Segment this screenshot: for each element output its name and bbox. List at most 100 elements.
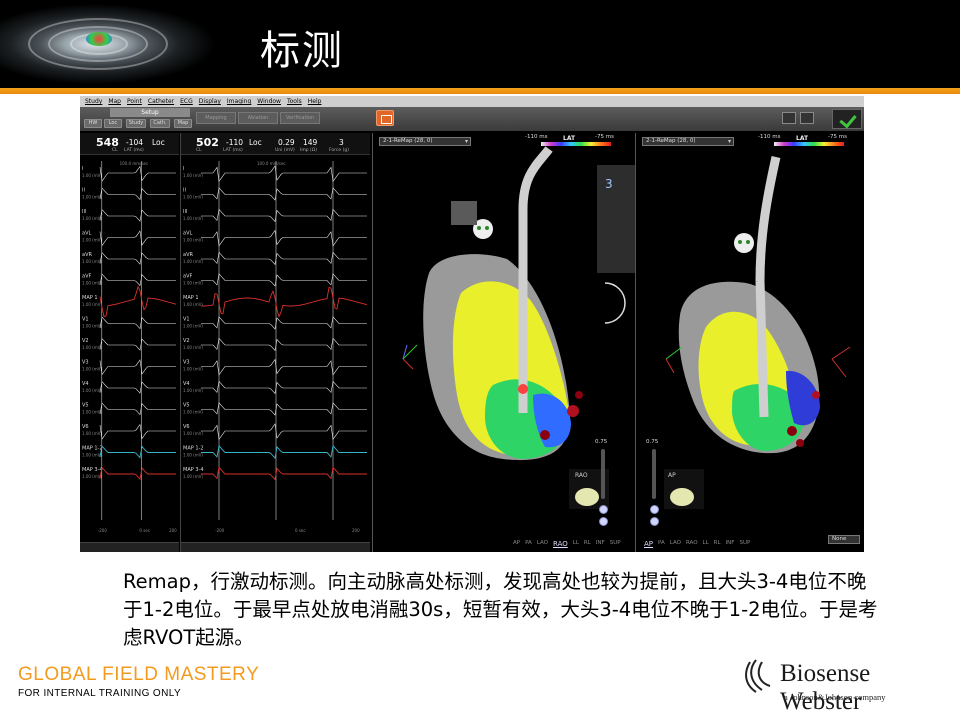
view-tab-lao[interactable]: LAO xyxy=(537,540,548,548)
lat-value: -104 xyxy=(126,138,144,147)
menu-item-window[interactable]: Window xyxy=(257,98,281,105)
system-status-icon[interactable] xyxy=(800,112,814,124)
impedance-label: Imp (Ω) xyxy=(300,148,317,153)
transparency-value: 0.75 xyxy=(646,439,659,445)
ecg-trace xyxy=(201,380,367,395)
menu-item-tools[interactable]: Tools xyxy=(287,98,302,105)
channel-scale-label: 1.00 (mV) xyxy=(82,474,102,479)
mapping-button[interactable]: Mapping xyxy=(196,112,236,124)
map-button[interactable]: Map xyxy=(174,119,192,128)
menu-item-point[interactable]: Point xyxy=(127,98,142,105)
time-axis-label: -200 xyxy=(98,528,108,533)
view-tab-rl[interactable]: RL xyxy=(584,540,591,548)
channel-label: V2 xyxy=(82,338,89,344)
channel-scale-label: 1.00 (mV) xyxy=(183,238,203,243)
activation-map-ap xyxy=(664,156,851,509)
transparency-value: 0.75 xyxy=(595,439,608,445)
ecg-trace xyxy=(201,423,367,441)
view-tab-lao[interactable]: LAO xyxy=(670,540,681,548)
setup-button[interactable]: Setup xyxy=(110,108,190,117)
transparency-slider[interactable] xyxy=(601,449,605,499)
none-select[interactable]: None xyxy=(828,535,860,544)
checkmark-icon[interactable] xyxy=(832,109,862,129)
channel-label: aVF xyxy=(82,274,91,280)
channel-label: V5 xyxy=(82,403,89,409)
time-axis-label: 200 xyxy=(169,528,177,533)
channel-scale-label: 1.00 (mV) xyxy=(82,388,102,393)
toolbar: Setup HW Loc Study Cath. Map Mapping Abl… xyxy=(80,107,864,131)
view-tab-rao[interactable]: RAO xyxy=(553,540,568,548)
channel-scale-label: 1.00 (mV) xyxy=(183,259,203,264)
map-panel-rao: 2-1-ReMap (28, 0) -110 ms LAT -75 ms xyxy=(372,133,635,552)
ecg-trace xyxy=(201,208,367,223)
view-tab-rao[interactable]: RAO xyxy=(686,540,698,548)
ecg-trace xyxy=(99,466,176,481)
menu-item-map[interactable]: Map xyxy=(108,98,121,105)
menu-item-catheter[interactable]: Catheter xyxy=(148,98,174,105)
channel-scale-label: 1.00 (mV) xyxy=(82,173,102,178)
ecg-trace xyxy=(201,358,367,376)
channel-scale-label: 1.00 (mV) xyxy=(82,281,102,286)
ecg-trace xyxy=(201,165,367,183)
view-reset-icon[interactable] xyxy=(599,517,608,526)
ecg-scrollbar-left[interactable] xyxy=(80,542,179,552)
ecg-header-right: 502 CL -110 LAT (ms) Loc 0.29 Uni (mV) 1… xyxy=(181,133,370,155)
channel-label: V3 xyxy=(183,360,190,366)
monitor-icon[interactable] xyxy=(782,112,796,124)
ecg-trace xyxy=(99,337,176,351)
channel-label: aVR xyxy=(82,252,92,258)
menu-item-help[interactable]: Help xyxy=(308,98,322,105)
loc-button[interactable]: Loc xyxy=(104,119,122,128)
catheter-button[interactable]: Cath. xyxy=(150,119,170,128)
view-tab-ll[interactable]: LL xyxy=(573,540,579,548)
channel-scale-label: 1.00 (mV) xyxy=(82,195,102,200)
ablation-button[interactable]: Ablation xyxy=(238,112,278,124)
force-label: Force (g) xyxy=(329,148,349,153)
channel-label: aVL xyxy=(183,231,192,237)
view-tab-ap[interactable]: AP xyxy=(513,540,520,548)
view-reset-icon[interactable] xyxy=(650,517,659,526)
menu-item-ecg[interactable]: ECG xyxy=(180,98,193,105)
menu-item-imaging[interactable]: Imaging xyxy=(227,98,251,105)
record-icon[interactable] xyxy=(376,110,394,126)
view-tab-rl[interactable]: RL xyxy=(714,540,721,548)
view-down-icon[interactable] xyxy=(650,505,659,514)
header-bar: 标测 xyxy=(0,0,960,88)
view-down-icon[interactable] xyxy=(599,505,608,514)
channel-label: V3 xyxy=(82,360,89,366)
impedance-value: 149 xyxy=(303,138,318,147)
ecg-trace xyxy=(99,285,177,318)
menu-item-study[interactable]: Study xyxy=(85,98,102,105)
view-tab-ap[interactable]: AP xyxy=(644,540,653,548)
view-tab-inf[interactable]: INF xyxy=(726,540,735,548)
study-button[interactable]: Study xyxy=(126,119,146,128)
ecg-trace xyxy=(201,187,367,201)
ecg-trace xyxy=(99,423,176,440)
ecg-panel-left: 548 CL -104 LAT (ms) Loc -200 0 sec 200 100… xyxy=(80,133,179,552)
map-panel-ap: 2-1-ReMap (28, 0) -110 ms LAT -75 ms xyxy=(635,133,864,552)
menu-item-display[interactable]: Display xyxy=(199,98,221,105)
cycle-length-label: CL xyxy=(196,148,202,153)
view-tab-pa[interactable]: PA xyxy=(525,540,532,548)
view-tab-ll[interactable]: LL xyxy=(703,540,709,548)
channel-scale-label: 1.00 (mV) xyxy=(183,474,203,479)
transparency-slider[interactable] xyxy=(652,449,656,499)
channel-label: V5 xyxy=(183,403,190,409)
view-tab-inf[interactable]: INF xyxy=(596,540,605,548)
view-tab-sup[interactable]: SUP xyxy=(739,540,750,548)
view-tab-sup[interactable]: SUP xyxy=(610,540,621,548)
brand-subtitle: a Johnson&Johnson company xyxy=(784,692,886,702)
ecg-trace xyxy=(99,208,176,222)
sweep-speed-label: 100.0 mm/sec xyxy=(257,161,286,166)
ecg-traces-right: -200 0 sec 200100.0 mm/secI1.00 (mV)II1.00… xyxy=(183,161,368,533)
channel-label: III xyxy=(183,209,187,215)
hw-button[interactable]: HW xyxy=(84,119,102,128)
verification-button[interactable]: Verification xyxy=(280,112,320,124)
ecg-trace xyxy=(99,273,176,287)
time-axis-label: 0 sec xyxy=(139,528,150,533)
channel-scale-label: 1.00 (mV) xyxy=(82,345,102,350)
channel-scale-label: 1.00 (mV) xyxy=(82,259,102,264)
ecg-scrollbar-right[interactable] xyxy=(181,542,370,552)
channel-label: V4 xyxy=(82,381,89,387)
view-tab-pa[interactable]: PA xyxy=(658,540,665,548)
